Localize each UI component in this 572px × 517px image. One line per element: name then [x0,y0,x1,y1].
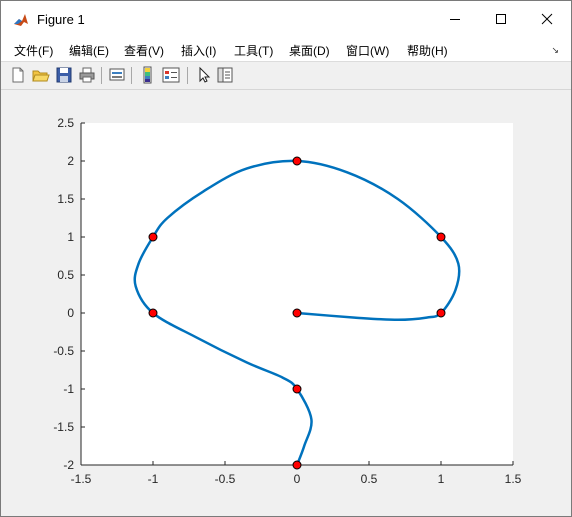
x-tick-label: -0.5 [215,472,236,486]
axes-background [81,123,513,465]
x-tick-label: 1.5 [505,472,522,486]
data-point-marker[interactable] [148,308,158,318]
y-tick-label: 0 [67,306,74,320]
data-point-marker[interactable] [436,232,446,242]
data-point-marker[interactable] [292,460,302,470]
x-tick-label: 0.5 [361,472,378,486]
x-tick-label: 0 [294,472,301,486]
x-tick-label: 1 [438,472,445,486]
y-tick-label: 1 [67,230,74,244]
y-tick-label: 2.5 [57,116,74,130]
x-tick-label: -1.5 [71,472,92,486]
y-tick-label: 2 [67,154,74,168]
data-point-marker[interactable] [148,232,158,242]
plot-canvas[interactable]: -1.5 -1 -0.5 0 0.5 1 1.5 2.5 2 1.5 1 0.5 0 -0.5 -1 -1.5… [1,1,571,516]
data-point-marker[interactable] [292,384,302,394]
figure-window: Figure 1 文件(F) 编辑(E) 查看(V) 插入(I) 工具(T) 桌… [0,0,572,517]
y-tick-label: -0.5 [53,344,74,358]
data-point-marker[interactable] [436,308,446,318]
y-tick-label: -1 [63,382,74,396]
y-tick-label: -1.5 [53,420,74,434]
x-tick-label: -1 [148,472,159,486]
data-point-marker[interactable] [292,308,302,318]
y-tick-label: 1.5 [57,192,74,206]
data-point-marker[interactable] [292,156,302,166]
y-tick-label: 0.5 [57,268,74,282]
y-tick-label: -2 [63,458,74,472]
